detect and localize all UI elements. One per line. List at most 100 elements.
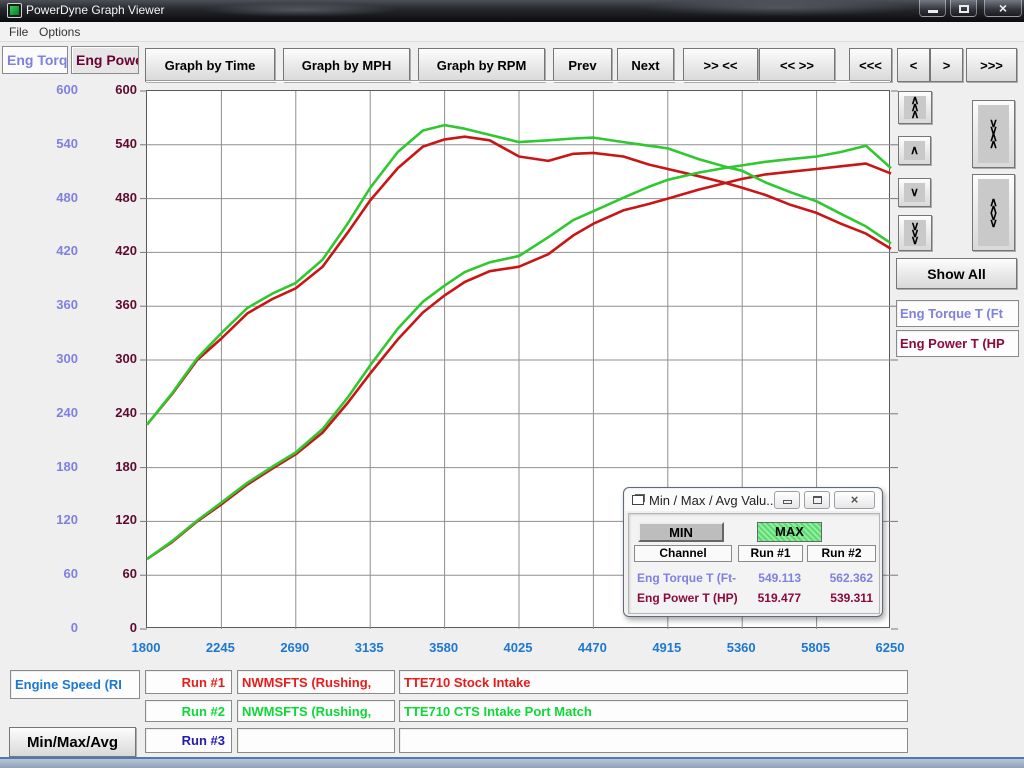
y-tick-right-420: 420 <box>81 243 137 258</box>
close-icon: × <box>999 0 1007 16</box>
minmax-run2-value-2: 539.311 <box>809 591 873 605</box>
minmax-window: Min / Max / Avg Valu... × MIN MAX Channe… <box>623 487 883 617</box>
run-label-box-3: Run #3 <box>145 728 232 753</box>
toolbar-button-zoom-out-x[interactable]: << >> <box>759 48 835 82</box>
y-zoom-out-fast-button[interactable]: ∨∨∨ <box>898 215 932 251</box>
y-expand-button[interactable]: ∧∧∨∨ <box>972 174 1015 251</box>
y-tick-left-180: 180 <box>8 459 78 474</box>
minmax-maximize-button[interactable] <box>804 491 830 509</box>
y-tick-left-300: 300 <box>8 351 78 366</box>
min-toggle-button[interactable]: MIN <box>638 522 724 542</box>
minimize-button[interactable] <box>919 0 946 17</box>
toolbar-button-zoom-in-x[interactable]: >> << <box>683 48 758 82</box>
x-tick-1800: 1800 <box>116 640 176 655</box>
chevron-icons: ∨ <box>904 183 925 202</box>
y-tick-left-240: 240 <box>8 405 78 420</box>
max-toggle-button[interactable]: MAX <box>757 522 822 542</box>
toolbar-button-graph-by-rpm[interactable]: Graph by RPM <box>418 48 545 82</box>
minmaxavg-button[interactable]: Min/Max/Avg <box>9 727 136 757</box>
minmax-run1-value-1: 549.113 <box>737 571 801 585</box>
y-tick-left-60: 60 <box>8 566 78 581</box>
x-tick-2245: 2245 <box>190 640 250 655</box>
run-description-box-1: TTE710 Stock Intake <box>399 670 908 694</box>
column-header-run2[interactable]: Run #2 <box>807 545 876 562</box>
x-tick-3135: 3135 <box>339 640 399 655</box>
close-button[interactable]: × <box>984 0 1022 17</box>
y-tick-right-540: 540 <box>81 136 137 151</box>
app-icon <box>7 3 22 18</box>
x-tick-6250: 6250 <box>860 640 920 655</box>
show-all-button[interactable]: Show All <box>896 258 1017 289</box>
run-operator-box-3 <box>237 728 395 753</box>
x-tick-2690: 2690 <box>265 640 325 655</box>
minmax-body: MIN MAX Channel Run #1 Run #2 Eng Torque… <box>628 513 880 614</box>
chevron-icons: ∧∧∧ <box>904 96 926 119</box>
toolbar-button-scroll-right[interactable]: > <box>930 48 963 82</box>
chevron-icons: ∨∨∧∧ <box>978 105 1009 163</box>
toolbar-button-scroll-far-left[interactable]: <<< <box>849 48 892 82</box>
close-icon: × <box>851 492 859 507</box>
x-channel-selector[interactable]: Engine Speed (RI <box>10 670 140 699</box>
maximize-icon <box>959 5 969 13</box>
chevron-icons: ∧ <box>904 141 925 160</box>
run-label-box-1: Run #1 <box>145 670 232 694</box>
minmax-close-button[interactable]: × <box>834 491 875 509</box>
y-tick-right-300: 300 <box>81 351 137 366</box>
y-tick-right-600: 600 <box>81 82 137 97</box>
minmax-window-icon <box>632 495 644 505</box>
tab-eng-power[interactable]: Eng Powe <box>71 46 139 74</box>
window-title: PowerDyne Graph Viewer <box>26 3 165 17</box>
minmax-channel-1: Eng Torque T (Ft- <box>637 571 736 585</box>
column-header-run1[interactable]: Run #1 <box>738 545 803 562</box>
tab-eng-torque[interactable]: Eng Torq <box>2 46 68 74</box>
minimize-icon <box>783 500 792 504</box>
minmax-minimize-button[interactable] <box>774 491 800 509</box>
legend-eng-power[interactable]: Eng Power T (HP <box>896 330 1019 357</box>
toolbar-button-scroll-left[interactable]: < <box>897 48 930 82</box>
x-tick-4025: 4025 <box>488 640 548 655</box>
x-tick-5360: 5360 <box>711 640 771 655</box>
x-tick-5805: 5805 <box>786 640 846 655</box>
y-tick-left-360: 360 <box>8 297 78 312</box>
x-tick-3580: 3580 <box>414 640 474 655</box>
minmax-window-title: Min / Max / Avg Valu... <box>649 493 777 508</box>
chart-top-groove <box>146 80 890 82</box>
y-tick-right-480: 480 <box>81 190 137 205</box>
run-label-box-2: Run #2 <box>145 700 232 722</box>
legend-eng-torque[interactable]: Eng Torque T (Ft <box>896 300 1019 327</box>
minmax-run2-value-1: 562.362 <box>809 571 873 585</box>
y-tick-right-360: 360 <box>81 297 137 312</box>
minimize-icon <box>928 10 938 13</box>
y-tick-left-480: 480 <box>8 190 78 205</box>
toolbar-button-prev[interactable]: Prev <box>553 48 612 82</box>
y-tick-right-60: 60 <box>81 566 137 581</box>
y-tick-left-600: 600 <box>8 82 78 97</box>
run-operator-box-2: NWMSFTS (Rushing, <box>237 700 395 722</box>
minmax-title-bar[interactable]: Min / Max / Avg Valu... × <box>625 489 881 511</box>
y-compress-button[interactable]: ∨∨∧∧ <box>972 100 1015 168</box>
maximize-button[interactable] <box>950 0 977 17</box>
toolbar-button-scroll-far-right[interactable]: >>> <box>966 48 1017 82</box>
run-description-box-3 <box>399 728 908 753</box>
y-tick-right-120: 120 <box>81 512 137 527</box>
toolbar-button-graph-by-time[interactable]: Graph by Time <box>145 48 275 82</box>
menu-file[interactable]: File <box>9 25 28 39</box>
chevron-icons: ∧∧∨∨ <box>978 179 1009 246</box>
x-tick-4470: 4470 <box>562 640 622 655</box>
toolbar-button-next[interactable]: Next <box>617 48 674 82</box>
column-header-channel[interactable]: Channel <box>634 545 732 562</box>
toolbar-button-graph-by-mph[interactable]: Graph by MPH <box>283 48 410 82</box>
title-bar: PowerDyne Graph Viewer × <box>0 0 1024 22</box>
y-tick-left-540: 540 <box>8 136 78 151</box>
run-description-box-2: TTE710 CTS Intake Port Match <box>399 700 908 722</box>
run-operator-box-1: NWMSFTS (Rushing, <box>237 670 395 694</box>
menu-options[interactable]: Options <box>39 25 80 39</box>
x-channel-label: Engine Speed (RI <box>15 677 122 692</box>
chevron-icons: ∨∨∨ <box>904 220 926 246</box>
maximize-icon <box>813 496 822 504</box>
minmax-channel-2: Eng Power T (HP) <box>637 591 738 605</box>
y-scroll-down-button[interactable]: ∨ <box>898 178 931 207</box>
y-tick-left-0: 0 <box>8 620 78 635</box>
y-scroll-up-button[interactable]: ∧ <box>898 136 931 165</box>
y-zoom-in-fast-button[interactable]: ∧∧∧ <box>898 91 932 124</box>
